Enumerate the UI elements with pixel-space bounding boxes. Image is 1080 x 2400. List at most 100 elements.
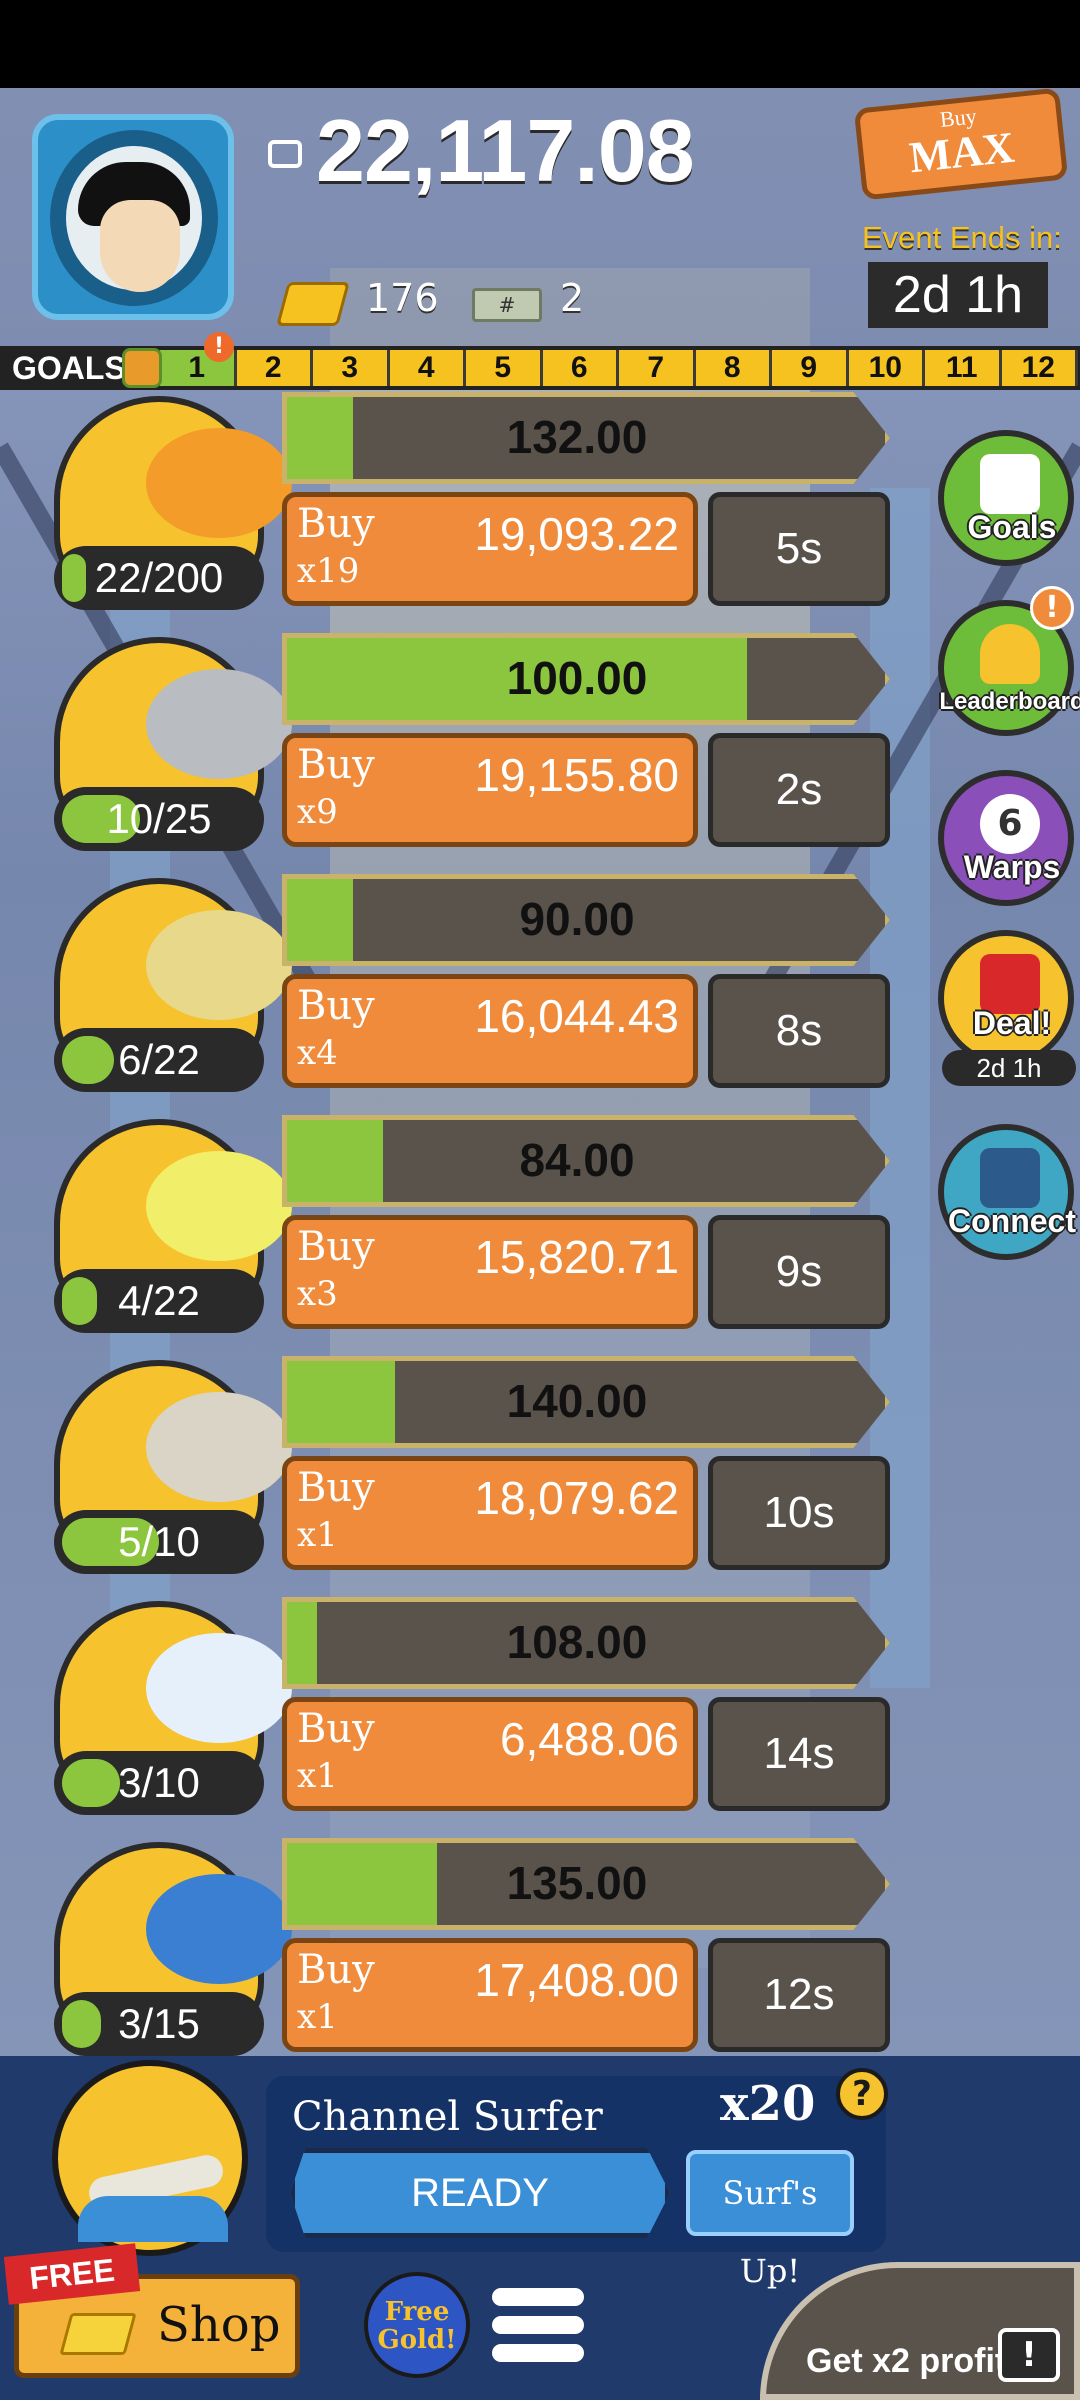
buy-button[interactable]: Buy x1 6,488.06	[282, 1697, 698, 1811]
revenue-progress-bar[interactable]: 140.00	[282, 1356, 890, 1448]
revenue-value: 100.00	[506, 652, 648, 704]
x2-profit-label: Get x2 profit!	[806, 2342, 1018, 2380]
goals-button[interactable]: Goals	[938, 430, 1074, 566]
buy-multiplier: x19	[297, 551, 360, 591]
pr-hat-icon	[146, 1874, 292, 1984]
gold-count: 176	[366, 276, 439, 320]
buy-label: Buy	[297, 742, 375, 788]
business-row: 5/10 140.00 Buy x1 18,079.62 10s	[0, 1356, 900, 1586]
buy-label: Buy	[297, 1465, 375, 1511]
teddy-icon	[146, 1633, 292, 1743]
buy-cost: 17,408.00	[474, 1954, 679, 2006]
channel-surfer-badge[interactable]	[52, 2060, 248, 2256]
channel-surfer-title: Channel Surfer	[292, 2094, 603, 2140]
buy-multiplier: x9	[297, 792, 338, 832]
revenue-value: 90.00	[519, 893, 635, 945]
deal-timer: 2d 1h	[942, 1050, 1076, 1086]
connect-button[interactable]: Connect	[938, 1124, 1076, 1260]
cycle-timer: 2s	[708, 733, 890, 847]
business-row: 6/22 90.00 Buy x4 16,044.43 8s	[0, 874, 900, 1104]
business-row: 4/22 84.00 Buy x3 15,820.71 9s	[0, 1115, 900, 1345]
revenue-progress-bar[interactable]: 132.00	[282, 392, 890, 484]
goals-bar[interactable]: GOALS 1 2 3 4 5 6 7 8 9 10 11 12 !	[0, 332, 1080, 390]
cycle-timer: 8s	[708, 974, 890, 1088]
buy-multiplier: x1	[297, 1756, 338, 1796]
owned-count-pill: 3/15	[54, 1992, 264, 2056]
revenue-progress-bar[interactable]: 100.00	[282, 633, 890, 725]
event-timer: 2d 1h	[868, 262, 1048, 328]
blob-icon	[146, 428, 292, 538]
tv-money-icon	[268, 140, 302, 168]
revenue-value: 140.00	[506, 1375, 648, 1427]
goal-segment: 10	[849, 350, 925, 386]
buy-button[interactable]: Buy x9 19,155.80	[282, 733, 698, 847]
checklist-icon	[980, 454, 1040, 514]
goal-segment: 7	[619, 350, 696, 386]
buy-label: Buy	[297, 501, 375, 547]
surfs-up-button[interactable]: Surf's Up!	[686, 2150, 854, 2290]
cycle-timer: 9s	[708, 1215, 890, 1329]
buy-label: Buy	[297, 1224, 375, 1270]
wave-icon	[78, 2196, 228, 2242]
car-icon	[146, 910, 292, 1020]
buy-button[interactable]: Buy x4 16,044.43	[282, 974, 698, 1088]
status-bar	[0, 0, 1080, 88]
event-ends-label: Event Ends in:	[862, 220, 1062, 255]
owned-count: 10/25	[106, 795, 212, 842]
buy-cost: 18,079.62	[474, 1472, 679, 1524]
menu-icon[interactable]	[492, 2288, 584, 2372]
free-gold-button[interactable]: Free Gold!	[364, 2272, 470, 2378]
gift-icon[interactable]	[122, 348, 162, 388]
owned-count: 22/200	[94, 554, 224, 601]
cycle-timer: 10s	[708, 1456, 890, 1570]
owned-count-pill: 10/25	[54, 787, 264, 851]
revenue-value: 108.00	[506, 1616, 648, 1668]
ready-bar: READY	[290, 2148, 670, 2238]
cycle-timer: 14s	[708, 1697, 890, 1811]
buy-button[interactable]: Buy x19 19,093.22	[282, 492, 698, 606]
goal-segment: 11	[925, 350, 1002, 386]
tv-ad-icon: !	[998, 2328, 1060, 2382]
buy-multiplier: x1	[297, 1997, 338, 2037]
goal-segment: 8	[696, 350, 772, 386]
goals-button-label: Goals	[967, 509, 1057, 545]
buy-button[interactable]: Buy x1 18,079.62	[282, 1456, 698, 1570]
buy-cost: 19,155.80	[474, 749, 679, 801]
revenue-progress-bar[interactable]: 108.00	[282, 1597, 890, 1689]
revenue-progress-bar[interactable]: 135.00	[282, 1838, 890, 1930]
business-row: 22/200 132.00 Buy x19 19,093.22 5s	[0, 392, 900, 622]
money-total: 22,117.08	[316, 101, 695, 200]
owned-count: 3/15	[118, 2000, 200, 2047]
player-avatar[interactable]	[32, 114, 234, 320]
help-icon[interactable]: ?	[836, 2068, 888, 2120]
goal-segment: 3	[313, 350, 390, 386]
mlb-heart-icon	[146, 669, 292, 779]
cycle-timer: 12s	[708, 1938, 890, 2052]
buy-label: Buy	[297, 1947, 375, 1993]
owned-count: 3/10	[118, 1759, 200, 1806]
revenue-value: 84.00	[519, 1134, 635, 1186]
revenue-progress-bar[interactable]: 84.00	[282, 1115, 890, 1207]
cycle-timer: 5s	[708, 492, 890, 606]
deal-button-label: Deal!	[972, 1005, 1052, 1041]
buy-multiplier: x4	[297, 1033, 338, 1073]
revenue-progress-bar[interactable]: 90.00	[282, 874, 890, 966]
shop-label: Shop	[157, 2297, 281, 2353]
owned-count-pill: 6/22	[54, 1028, 264, 1092]
tj-box-icon	[146, 1392, 292, 1502]
owned-count-pill: 22/200	[54, 546, 264, 610]
buy-multiplier: x1	[297, 1515, 338, 1555]
owned-count: 4/22	[118, 1277, 200, 1324]
gold-gem-icon	[59, 2313, 137, 2355]
warps-button-label: Warps	[963, 849, 1061, 885]
leaderboard-alert-icon: !	[1030, 586, 1074, 630]
buy-cost: 15,820.71	[474, 1231, 679, 1283]
connect-button-label: Connect	[948, 1203, 1076, 1239]
warps-button[interactable]: 6 Warps	[938, 770, 1074, 906]
deal-button[interactable]: Deal!	[938, 930, 1074, 1066]
goal-segment: 6	[543, 350, 619, 386]
buy-button[interactable]: Buy x3 15,820.71	[282, 1215, 698, 1329]
buy-button[interactable]: Buy x1 17,408.00	[282, 1938, 698, 2052]
channel-surfer-multiplier: x20	[720, 2076, 816, 2132]
business-row: 3/10 108.00 Buy x1 6,488.06 14s	[0, 1597, 900, 1827]
